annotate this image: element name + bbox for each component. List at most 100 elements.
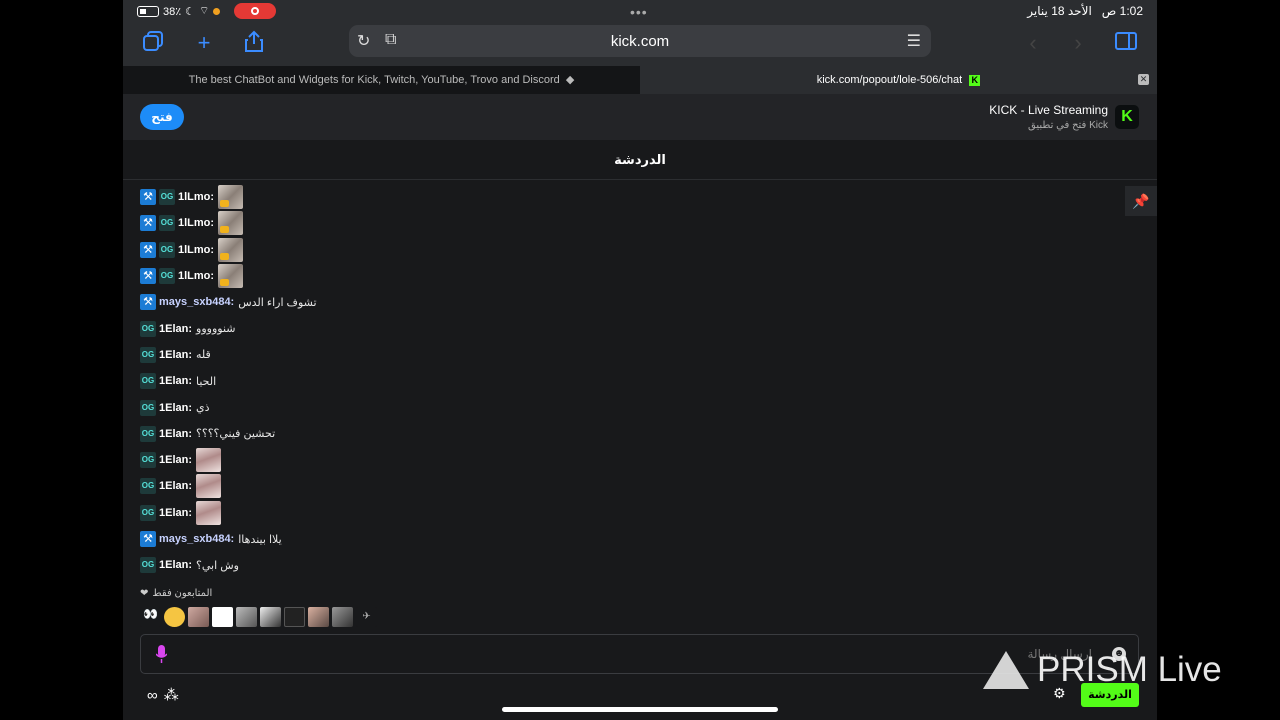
chat-username[interactable]: mays_sxb484: [159,533,234,545]
tabs-overview-icon[interactable] [140,30,166,56]
pin-icon[interactable]: 📌 [1125,186,1157,216]
chat-title: الدردشة [614,152,666,167]
chat-emote [218,211,244,236]
microphone-icon[interactable] [156,645,167,663]
og-badge-icon: OG [159,215,175,232]
emote-quick-7[interactable] [284,607,305,627]
letterbox-right [1157,0,1280,720]
emote-quick-2[interactable] [164,607,185,627]
status-bar: 38٪ ☾ ⌔ ••• 1:02 ص الأحد 18 يناير [123,0,1157,22]
chat-message: OG 1Elan: ذي [140,394,1120,420]
chat-emote [218,237,244,262]
chat-text: الحيا [196,375,217,388]
status-date: الأحد 18 يناير [1027,4,1092,18]
tab-kick-chat-label: kick.com/popout/lole-506/chat [816,74,963,86]
chat-username[interactable]: 1Elan: [159,323,192,335]
chat-message: OG 1Elan: الحيا [140,368,1120,394]
og-badge-icon: OG [140,504,156,521]
url-text: kick.com [610,33,670,50]
chat-username[interactable]: 1Elan: [159,375,192,387]
browser-toolbar: + ↻ ⧉ kick.com ☰ ‹ › [123,22,1157,66]
chat-text: يلاا بيندهاا [238,533,282,546]
chat-text: تشوف اراء الدس [238,296,317,309]
moderator-badge-icon: ⚒ [140,189,156,206]
chat-message: OG 1Elan: [140,500,1120,526]
chat-message: OG 1Elan: قله [140,342,1120,368]
infinity-icon[interactable]: ∞ [147,687,158,704]
letterbox-left [0,0,123,720]
tab-close-icon[interactable]: ✕ [1138,74,1149,85]
app-banner: فتح KICK - Live Streaming فتح في تطبيق K… [123,94,1157,140]
og-badge-icon: OG [159,268,175,285]
emote-quick-5[interactable] [236,607,257,627]
chat-message: ⚒ mays_sxb484: تشوف اراء الدس [140,289,1120,315]
chat-message: ⚒ OG 1lLmo: [140,184,1120,210]
chat-username[interactable]: 1Elan: [159,428,192,440]
battery-level: 38٪ [163,5,182,18]
chat-text: وش ابي؟ [196,559,239,572]
og-badge-icon: OG [140,399,156,416]
chat-username[interactable]: mays_sxb484: [159,296,234,308]
prism-logo-icon [983,651,1029,689]
emote-quickbar: 👀 ✈ [140,607,377,627]
record-icon [251,7,260,15]
chat-emote [196,474,222,499]
moderator-badge-icon: ⚒ [140,531,156,547]
emote-quick-1[interactable]: 👀 [140,607,161,627]
chat-emote [218,264,244,289]
chat-text: شنووووو [196,323,236,336]
followers-only-label: المتابعون فقط [152,588,213,599]
bubbles-icon[interactable]: ⁂ [164,686,179,704]
share-icon[interactable] [241,30,267,56]
status-left: 38٪ ☾ ⌔ [137,3,277,19]
chat-username[interactable]: 1lLmo: [178,191,214,203]
reader-icon[interactable]: ☰ [907,31,921,51]
battery-icon [137,5,159,17]
chat-bottom-tools: ∞ ⁂ [147,686,179,705]
chat-username[interactable]: 1lLmo: [178,217,214,229]
moderator-badge-icon: ⚒ [140,215,156,232]
chat-username[interactable]: 1lLmo: [178,270,214,282]
emote-quick-4[interactable] [212,607,233,627]
chat-username[interactable]: 1Elan: [159,480,192,492]
kick-tab-icon: K [969,74,981,86]
emote-quick-3[interactable] [188,607,209,627]
tab-chatbot[interactable]: The best ChatBot and Widgets for Kick, T… [123,66,640,94]
home-indicator[interactable] [502,707,778,712]
screen-record-indicator[interactable] [234,3,277,19]
chat-text: ذي [196,402,210,415]
emote-quick-9[interactable] [332,607,353,627]
chat-username[interactable]: 1Elan: [159,349,192,361]
status-datetime: 1:02 ص الأحد 18 يناير [1027,4,1143,18]
chat-message: ⚒ mays_sxb484: يلاا بيندهاا [140,526,1120,552]
heart-icon: ❤ [140,588,149,599]
banner-title: KICK - Live Streaming [989,103,1108,117]
og-badge-icon: OG [140,373,156,390]
og-badge-icon: OG [140,320,156,337]
chat-message: OG 1Elan: تحشين فيني؟؟؟؟ [140,421,1120,447]
tab-kick-chat[interactable]: kick.com/popout/lole-506/chat K ✕ [640,66,1157,94]
sidebar-icon[interactable] [1113,30,1139,56]
new-tab-icon[interactable]: + [191,30,217,56]
emote-quick-8[interactable] [308,607,329,627]
moderator-badge-icon: ⚒ [140,294,156,311]
chat-username[interactable]: 1Elan: [159,402,192,414]
back-icon[interactable]: ‹ [1020,30,1046,56]
chat-message: ⚒ OG 1lLmo: [140,263,1120,289]
chat-message: ⚒ OG 1lLmo: [140,210,1120,236]
multitask-dots-icon[interactable]: ••• [630,4,648,20]
address-bar[interactable]: ↻ ⧉ kick.com ☰ [349,25,931,57]
forward-icon[interactable]: › [1065,30,1091,56]
discord-icon: ◆ [562,74,575,86]
og-badge-icon: OG [159,241,175,258]
chat-username[interactable]: 1Elan: [159,559,192,571]
open-app-button[interactable]: فتح [140,104,184,130]
chat-username[interactable]: 1lLmo: [178,244,214,256]
emote-quick-6[interactable] [260,607,281,627]
status-time: 1:02 ص [1101,4,1143,18]
chat-message: OG 1Elan: شنووووو [140,315,1120,341]
chat-message: ⚒ OG 1lLmo: [140,237,1120,263]
chat-username[interactable]: 1Elan: [159,454,192,466]
emote-quick-10[interactable]: ✈ [356,607,377,627]
chat-username[interactable]: 1Elan: [159,507,192,519]
